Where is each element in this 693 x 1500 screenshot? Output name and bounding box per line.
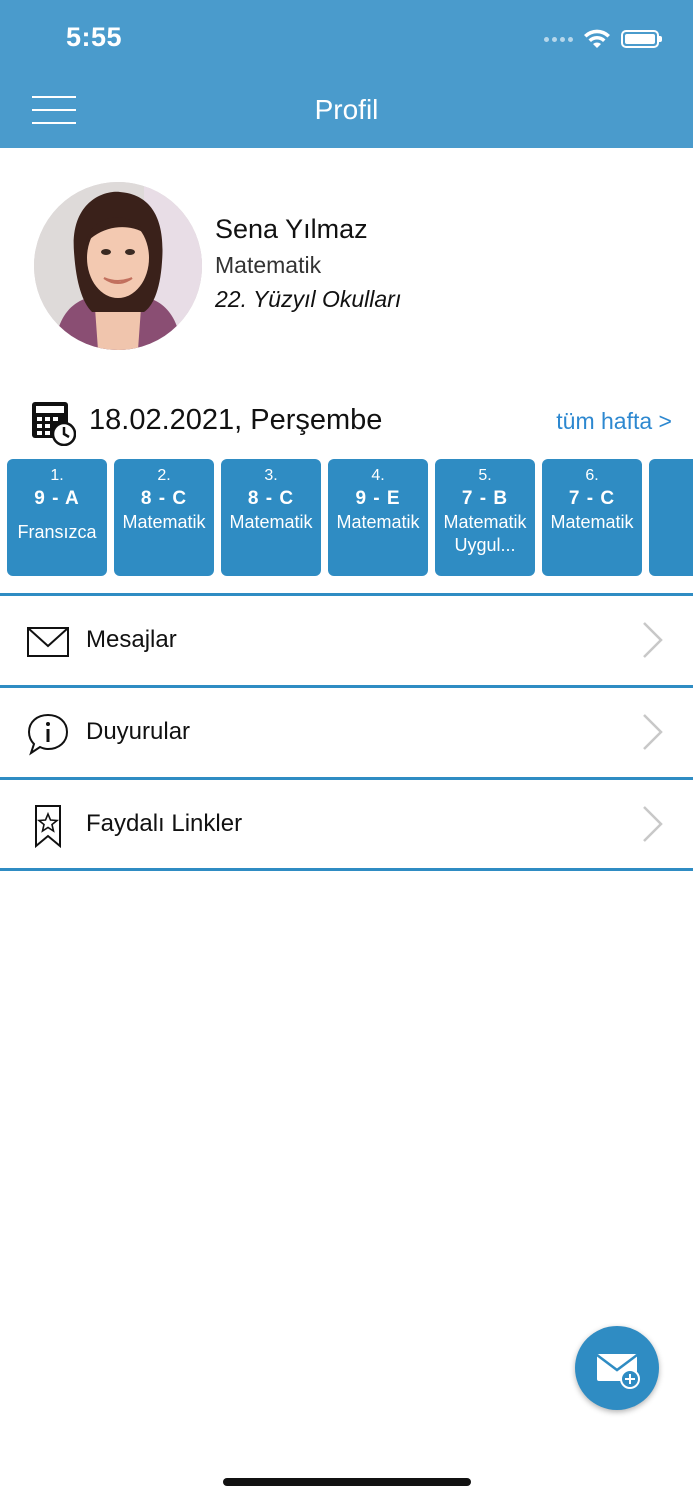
status-time: 5:55 (66, 22, 123, 52)
new-message-icon (596, 1354, 640, 1389)
lesson-subject: Matematik Uygul... (443, 512, 527, 555)
profile-name: Sena Yılmaz (215, 214, 368, 244)
menu-item-announcements[interactable]: Duyurular (0, 685, 693, 777)
menu-item-label: Mesajlar (86, 626, 177, 653)
lesson-subject: Matematik (122, 512, 206, 532)
compose-message-button[interactable] (575, 1326, 659, 1410)
lesson-subject: Matematik (550, 512, 634, 532)
full-week-link[interactable]: tüm hafta > (556, 408, 672, 435)
lesson-card[interactable]: 1. 9 - A Fransızca (7, 459, 107, 576)
lesson-card[interactable]: 4. 9 - E Matematik (328, 459, 428, 576)
lesson-class: 8 - C (247, 488, 295, 509)
lesson-strip[interactable]: 1. 9 - A Fransızca 2. 8 - C Matematik 3.… (7, 459, 693, 576)
lesson-number: 2. (157, 467, 171, 484)
lesson-number: 6. (585, 467, 599, 484)
lesson-card-partial[interactable] (649, 459, 693, 576)
lesson-card[interactable]: 5. 7 - B Matematik Uygul... (435, 459, 535, 576)
lesson-class: 8 - C (140, 488, 188, 509)
profile-school: 22. Yüzyıl Okulları (215, 286, 402, 312)
chevron-right-icon (643, 714, 663, 750)
profile-avatar (34, 182, 202, 350)
menu-item-label: Faydalı Linkler (86, 810, 243, 837)
lesson-number: 4. (371, 467, 385, 484)
lesson-card[interactable]: 3. 8 - C Matematik (221, 459, 321, 576)
lesson-number: 3. (264, 467, 278, 484)
envelope-icon (27, 627, 69, 657)
battery-icon (621, 30, 662, 48)
lesson-class: 9 - A (34, 488, 80, 509)
lesson-class: 7 - C (568, 488, 616, 509)
lesson-subject: Matematik (336, 512, 420, 532)
avatar-photo (34, 182, 202, 350)
lesson-class: 7 - B (461, 488, 509, 509)
chevron-right-icon (643, 622, 663, 658)
lesson-subject: Fransızca (17, 522, 97, 542)
lesson-subject: Matematik (229, 512, 313, 532)
lesson-card[interactable]: 6. 7 - C Matematik (542, 459, 642, 576)
lesson-number: 5. (478, 467, 492, 484)
chevron-right-icon (643, 806, 663, 842)
wifi-icon (584, 29, 610, 48)
status-indicators (544, 26, 662, 52)
lesson-card[interactable]: 2. 8 - C Matematik (114, 459, 214, 576)
lesson-class: 9 - E (355, 488, 401, 509)
cellular-signal-icon (544, 36, 573, 42)
calendar-clock-icon (32, 402, 76, 446)
app-header: 5:55 Profil (0, 0, 693, 148)
schedule-date-row: 18.02.2021, Perşembe tüm hafta > (32, 400, 672, 446)
info-speech-bubble-icon (27, 713, 69, 756)
home-indicator (223, 1478, 471, 1486)
menu-item-messages[interactable]: Mesajlar (0, 593, 693, 685)
list-divider (0, 868, 693, 871)
schedule-date: 18.02.2021, Perşembe (89, 404, 383, 436)
lesson-number: 1. (50, 467, 64, 484)
menu-item-label: Duyurular (86, 718, 191, 745)
bookmark-star-icon (35, 805, 61, 848)
menu-item-useful-links[interactable]: Faydalı Linkler (0, 777, 693, 869)
page-title: Profil (314, 94, 379, 125)
profile-subject: Matematik (215, 252, 322, 278)
